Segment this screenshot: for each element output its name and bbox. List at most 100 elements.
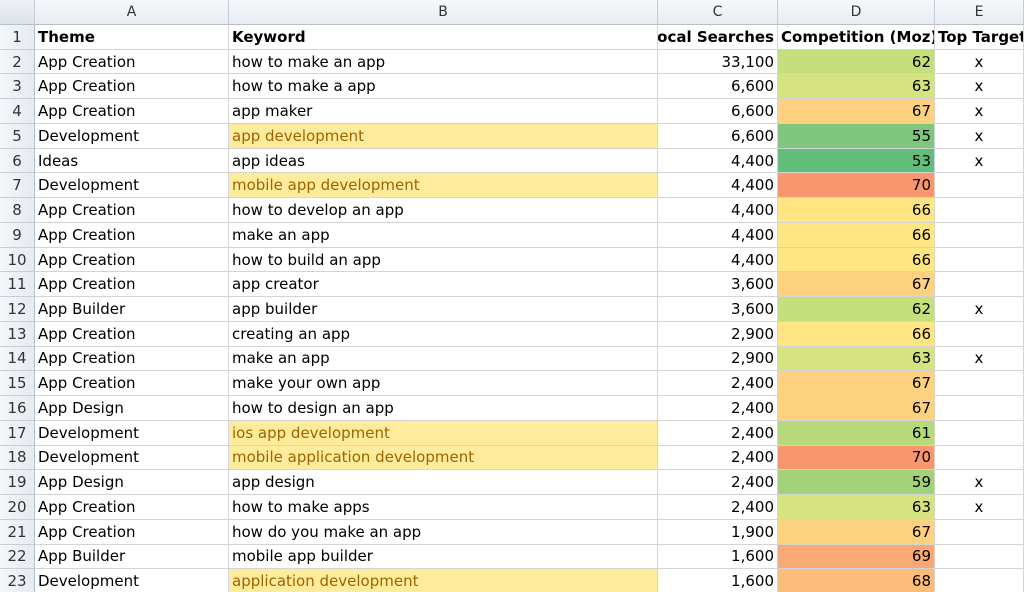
cell-local-searches[interactable]: 1,900 [658,519,778,545]
cell-theme[interactable]: App Creation [35,346,229,372]
cell-top-target[interactable]: x [935,49,1024,75]
cell-top-target[interactable]: x [935,99,1024,124]
cell-local-searches[interactable]: 33,100 [658,49,778,75]
cell-local-searches[interactable]: 3,600 [658,297,778,322]
cell-competition[interactable]: 59 [778,470,935,496]
cell-keyword[interactable]: how to design an app [229,396,658,421]
cell-local-searches[interactable]: 2,900 [658,346,778,372]
cell-competition[interactable]: 68 [778,569,935,592]
cell-theme[interactable]: App Design [35,396,229,421]
row-number[interactable]: 11 [0,272,35,298]
cell-keyword[interactable]: how to make a app [229,74,658,100]
select-all-corner[interactable] [0,0,35,25]
header-top-target[interactable]: Top Target [935,25,1024,50]
cell-top-target[interactable] [935,198,1024,223]
cell-local-searches[interactable]: 4,400 [658,198,778,223]
cell-top-target[interactable] [935,272,1024,298]
cell-theme[interactable]: Development [35,173,229,199]
cell-competition[interactable]: 63 [778,346,935,372]
cell-top-target[interactable] [935,420,1024,446]
cell-keyword[interactable]: make an app [229,222,658,248]
cell-top-target[interactable] [935,396,1024,421]
cell-competition[interactable]: 70 [778,445,935,471]
cell-theme[interactable]: App Creation [35,74,229,100]
cell-top-target[interactable] [935,519,1024,545]
cell-local-searches[interactable]: 4,400 [658,247,778,273]
row-number[interactable]: 22 [0,544,35,570]
row-number[interactable]: 21 [0,519,35,545]
cell-keyword[interactable]: how to develop an app [229,198,658,223]
cell-keyword[interactable]: mobile app development [229,173,658,199]
cell-top-target[interactable] [935,544,1024,570]
cell-top-target[interactable]: x [935,346,1024,372]
cell-keyword[interactable]: ios app development [229,420,658,446]
cell-competition[interactable]: 66 [778,198,935,223]
cell-competition[interactable]: 67 [778,272,935,298]
cell-competition[interactable]: 67 [778,396,935,421]
row-number[interactable]: 5 [0,123,35,149]
cell-top-target[interactable]: x [935,123,1024,149]
row-number[interactable]: 9 [0,222,35,248]
cell-theme[interactable]: Development [35,569,229,592]
column-header-a[interactable]: A [35,0,229,25]
cell-keyword[interactable]: how to make an app [229,49,658,75]
row-number[interactable]: 15 [0,371,35,397]
cell-local-searches[interactable]: 6,600 [658,123,778,149]
cell-theme[interactable]: App Creation [35,198,229,223]
cell-theme[interactable]: Development [35,123,229,149]
cell-theme[interactable]: App Creation [35,495,229,520]
row-number[interactable]: 14 [0,346,35,372]
cell-local-searches[interactable]: 2,400 [658,470,778,496]
column-header-e[interactable]: E [935,0,1024,25]
cell-keyword[interactable]: app builder [229,297,658,322]
cell-keyword[interactable]: app creator [229,272,658,298]
row-number[interactable]: 16 [0,396,35,421]
cell-keyword[interactable]: app ideas [229,148,658,174]
cell-theme[interactable]: Ideas [35,148,229,174]
cell-keyword[interactable]: app development [229,123,658,149]
cell-keyword[interactable]: how do you make an app [229,519,658,545]
cell-keyword[interactable]: make an app [229,346,658,372]
row-number[interactable]: 10 [0,247,35,273]
cell-local-searches[interactable]: 2,400 [658,495,778,520]
header-local-searches[interactable]: Local Searches [658,25,778,50]
cell-theme[interactable]: App Creation [35,222,229,248]
cell-local-searches[interactable]: 4,400 [658,148,778,174]
cell-top-target[interactable] [935,445,1024,471]
cell-theme[interactable]: App Creation [35,371,229,397]
header-competition[interactable]: Competition (Moz) [778,25,935,50]
cell-top-target[interactable] [935,321,1024,347]
cell-top-target[interactable]: x [935,74,1024,100]
cell-top-target[interactable] [935,173,1024,199]
cell-competition[interactable]: 62 [778,297,935,322]
row-number[interactable]: 4 [0,99,35,124]
cell-competition[interactable]: 70 [778,173,935,199]
cell-competition[interactable]: 67 [778,371,935,397]
cell-local-searches[interactable]: 1,600 [658,544,778,570]
header-keyword[interactable]: Keyword [229,25,658,50]
cell-keyword[interactable]: mobile app builder [229,544,658,570]
cell-competition[interactable]: 53 [778,148,935,174]
column-header-d[interactable]: D [778,0,935,25]
cell-theme[interactable]: App Creation [35,247,229,273]
cell-competition[interactable]: 66 [778,222,935,248]
cell-competition[interactable]: 67 [778,99,935,124]
row-number[interactable]: 6 [0,148,35,174]
cell-theme[interactable]: Development [35,420,229,446]
column-header-c[interactable]: C [658,0,778,25]
cell-theme[interactable]: App Creation [35,519,229,545]
cell-keyword[interactable]: how to make apps [229,495,658,520]
cell-top-target[interactable]: x [935,470,1024,496]
cell-keyword[interactable]: make your own app [229,371,658,397]
row-number[interactable]: 1 [0,25,35,50]
cell-competition[interactable]: 55 [778,123,935,149]
cell-competition[interactable]: 69 [778,544,935,570]
cell-local-searches[interactable]: 1,600 [658,569,778,592]
cell-top-target[interactable]: x [935,148,1024,174]
row-number[interactable]: 12 [0,297,35,322]
cell-local-searches[interactable]: 2,400 [658,396,778,421]
cell-local-searches[interactable]: 6,600 [658,99,778,124]
cell-keyword[interactable]: how to build an app [229,247,658,273]
cell-competition[interactable]: 61 [778,420,935,446]
row-number[interactable]: 13 [0,321,35,347]
